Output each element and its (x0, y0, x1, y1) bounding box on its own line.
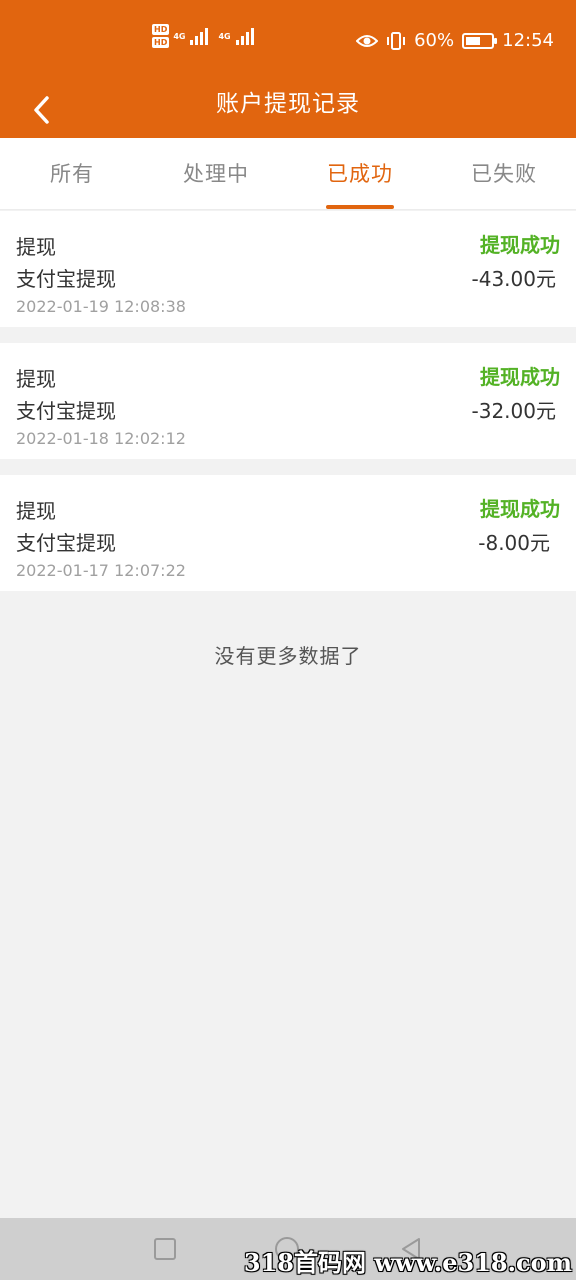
battery-icon (462, 32, 498, 49)
status-badge: 提现成功 (480, 233, 560, 257)
record-method: 支付宝提现 (16, 531, 116, 555)
hd-badge: HD (152, 37, 170, 48)
watermark: 318首码网 www.e318.com (243, 1248, 572, 1277)
record-time: 2022-01-18 12:02:12 (16, 429, 186, 448)
signal-icon (190, 27, 209, 45)
list-item[interactable]: 提现 支付宝提现 2022-01-19 12:08:38 提现成功 -43.00… (0, 211, 576, 327)
record-time: 2022-01-17 12:07:22 (16, 561, 186, 580)
list-item[interactable]: 提现 支付宝提现 2022-01-18 12:02:12 提现成功 -32.00… (0, 343, 576, 459)
square-icon (154, 1238, 176, 1260)
eye-comfort-icon (356, 34, 379, 47)
status-bar: HD HD 4G 4G 60% 12:54 (0, 0, 576, 82)
end-of-list-text: 没有更多数据了 (214, 644, 362, 668)
tab-succeeded[interactable]: 已成功 (288, 138, 432, 209)
record-amount: -43.00元 (471, 267, 556, 291)
record-time: 2022-01-19 12:08:38 (16, 297, 186, 316)
list-item[interactable]: 提现 支付宝提现 2022-01-17 12:07:22 提现成功 -8.00元 (0, 475, 576, 591)
system-indicators: 60% 12:54 (356, 30, 554, 51)
record-method: 支付宝提现 (16, 267, 116, 291)
clock: 12:54 (502, 30, 554, 51)
record-amount: -8.00元 (478, 531, 550, 555)
network-type-label: 4G (218, 31, 231, 41)
record-method: 支付宝提现 (16, 399, 116, 423)
app-header: 账户提现记录 (0, 82, 576, 138)
tab-processing[interactable]: 处理中 (144, 138, 288, 209)
network-type-label: 4G (173, 31, 186, 41)
tab-failed[interactable]: 已失败 (432, 138, 576, 209)
signal-indicators: HD HD 4G 4G (152, 24, 260, 48)
battery-percent: 60% (414, 30, 455, 51)
record-type: 提现 (16, 499, 56, 523)
page-title: 账户提现记录 (216, 91, 360, 117)
hd-badge: HD (152, 24, 170, 35)
record-type: 提现 (16, 367, 56, 391)
record-type: 提现 (16, 235, 56, 259)
recent-apps-button[interactable] (152, 1236, 178, 1262)
status-badge: 提现成功 (480, 365, 560, 389)
signal-icon (235, 27, 254, 45)
record-amount: -32.00元 (471, 399, 556, 423)
tab-all[interactable]: 所有 (0, 138, 144, 209)
system-nav-bar: 318首码网 www.e318.com (0, 1218, 576, 1280)
vibrate-icon (387, 31, 406, 50)
status-badge: 提现成功 (480, 497, 560, 521)
withdrawal-list: 提现 支付宝提现 2022-01-19 12:08:38 提现成功 -43.00… (0, 211, 576, 607)
status-tabs: 所有 处理中 已成功 已失败 (0, 138, 576, 210)
